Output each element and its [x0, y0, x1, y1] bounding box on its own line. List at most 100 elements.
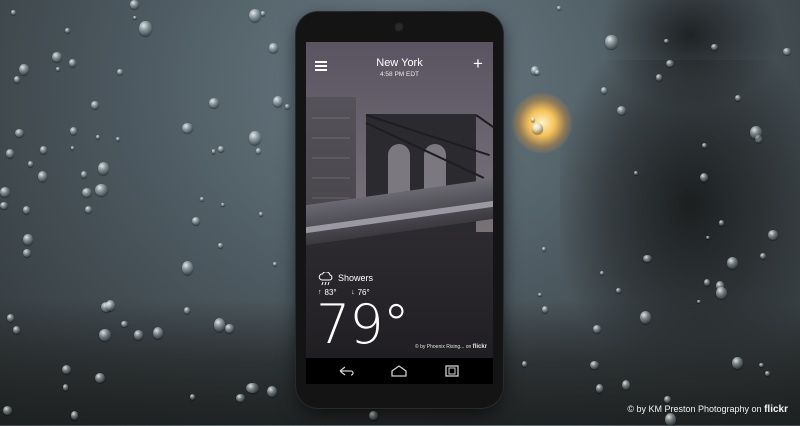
- raindrop: [130, 0, 140, 9]
- status-bar: [306, 42, 493, 56]
- raindrop: [759, 362, 764, 367]
- raindrop: [249, 130, 261, 145]
- raindrop: [23, 249, 31, 257]
- raindrop: [27, 161, 33, 167]
- raindrop: [272, 261, 277, 266]
- raindrop: [764, 370, 771, 376]
- raindrop: [37, 171, 48, 182]
- raindrop: [268, 43, 279, 53]
- raindrop: [139, 20, 152, 37]
- raindrop: [121, 320, 128, 328]
- raindrop: [604, 34, 618, 50]
- raindrop: [732, 357, 743, 369]
- raindrop: [62, 364, 71, 374]
- raindrop: [97, 161, 110, 175]
- raindrop: [534, 69, 540, 76]
- raindrop: [236, 393, 245, 402]
- image-credit-text: © by Phoenix Rising...: [415, 344, 465, 350]
- raindrop: [11, 9, 17, 16]
- condition-label: Showers: [338, 273, 374, 283]
- raindrop: [98, 329, 111, 341]
- raindrop: [19, 64, 30, 76]
- raindrop: [200, 196, 205, 201]
- phone-screen: New York 4:58 PM EDT + Showers ↑ 83° ↓ 76°…: [306, 42, 493, 384]
- raindrop: [70, 146, 75, 150]
- raindrop: [759, 252, 767, 260]
- raindrop: [95, 184, 108, 196]
- home-icon[interactable]: [389, 363, 409, 379]
- raindrop: [556, 6, 561, 11]
- raindrop: [538, 293, 542, 297]
- raindrop: [599, 270, 604, 276]
- raindrop: [91, 101, 99, 110]
- raindrop: [699, 172, 708, 182]
- raindrop: [261, 11, 265, 16]
- front-camera: [394, 22, 404, 32]
- raindrop: [134, 330, 144, 340]
- raindrop: [248, 8, 262, 23]
- raindrop: [255, 148, 261, 154]
- background-credit-text: © by KM Preston Photography on: [627, 404, 762, 414]
- raindrop: [133, 15, 138, 19]
- flickr-logo: flickr: [472, 344, 487, 350]
- phone-device: New York 4:58 PM EDT + Showers ↑ 83° ↓ 76°…: [296, 12, 503, 408]
- raindrop: [80, 171, 87, 179]
- raindrop: [191, 216, 201, 225]
- raindrop: [65, 28, 71, 34]
- image-credit-on: on: [465, 344, 472, 350]
- raindrop: [532, 122, 544, 134]
- raindrop: [40, 145, 47, 154]
- raindrop: [589, 360, 600, 369]
- raindrop: [5, 149, 15, 159]
- raindrop: [541, 305, 548, 313]
- raindrop: [521, 360, 527, 368]
- street-light-glow: [512, 93, 572, 153]
- raindrop: [655, 74, 663, 81]
- raindrop: [643, 254, 652, 263]
- raindrop: [220, 202, 225, 207]
- raindrop: [542, 246, 546, 251]
- raindrop: [208, 98, 220, 108]
- raindrop: [224, 324, 235, 333]
- back-icon[interactable]: [336, 363, 356, 379]
- raindrop: [246, 382, 259, 394]
- raindrop: [218, 242, 223, 248]
- raindrop: [664, 38, 669, 43]
- background-photo-credit[interactable]: © by KM Preston Photography on flickr: [627, 404, 788, 415]
- raindrop: [81, 188, 93, 198]
- raindrop: [663, 395, 671, 404]
- raindrop: [68, 58, 76, 67]
- raindrop: [258, 211, 263, 216]
- plus-icon[interactable]: +: [471, 55, 485, 72]
- recents-icon[interactable]: [442, 363, 462, 379]
- raindrop: [595, 383, 604, 393]
- raindrop: [52, 51, 62, 63]
- app-bar: New York 4:58 PM EDT +: [306, 55, 493, 86]
- raindrop: [284, 104, 291, 109]
- raindrop: [181, 260, 194, 276]
- raindrop: [55, 67, 60, 72]
- raindrop: [592, 324, 601, 333]
- raindrop: [22, 206, 31, 215]
- navigation-bar: [306, 358, 493, 384]
- raindrop: [272, 96, 283, 107]
- raindrop: [117, 69, 124, 76]
- raindrop: [697, 299, 701, 304]
- raindrop: [600, 86, 608, 94]
- raindrop: [15, 128, 25, 137]
- raindrop: [181, 122, 193, 133]
- image-credit[interactable]: © by Phoenix Rising... on flickr: [415, 344, 487, 350]
- raindrop: [218, 146, 225, 153]
- flickr-logo: flickr: [764, 404, 788, 415]
- raindrop: [14, 75, 21, 84]
- raindrop: [84, 206, 92, 213]
- raindrop: [211, 149, 216, 154]
- raindrop: [783, 47, 791, 56]
- raindrop: [116, 136, 121, 141]
- current-temperature: 79°: [316, 293, 410, 356]
- raindrop: [768, 230, 778, 240]
- raindrop: [96, 135, 100, 139]
- raindrop: [2, 406, 13, 415]
- raindrop: [23, 233, 34, 246]
- raindrop: [368, 411, 379, 420]
